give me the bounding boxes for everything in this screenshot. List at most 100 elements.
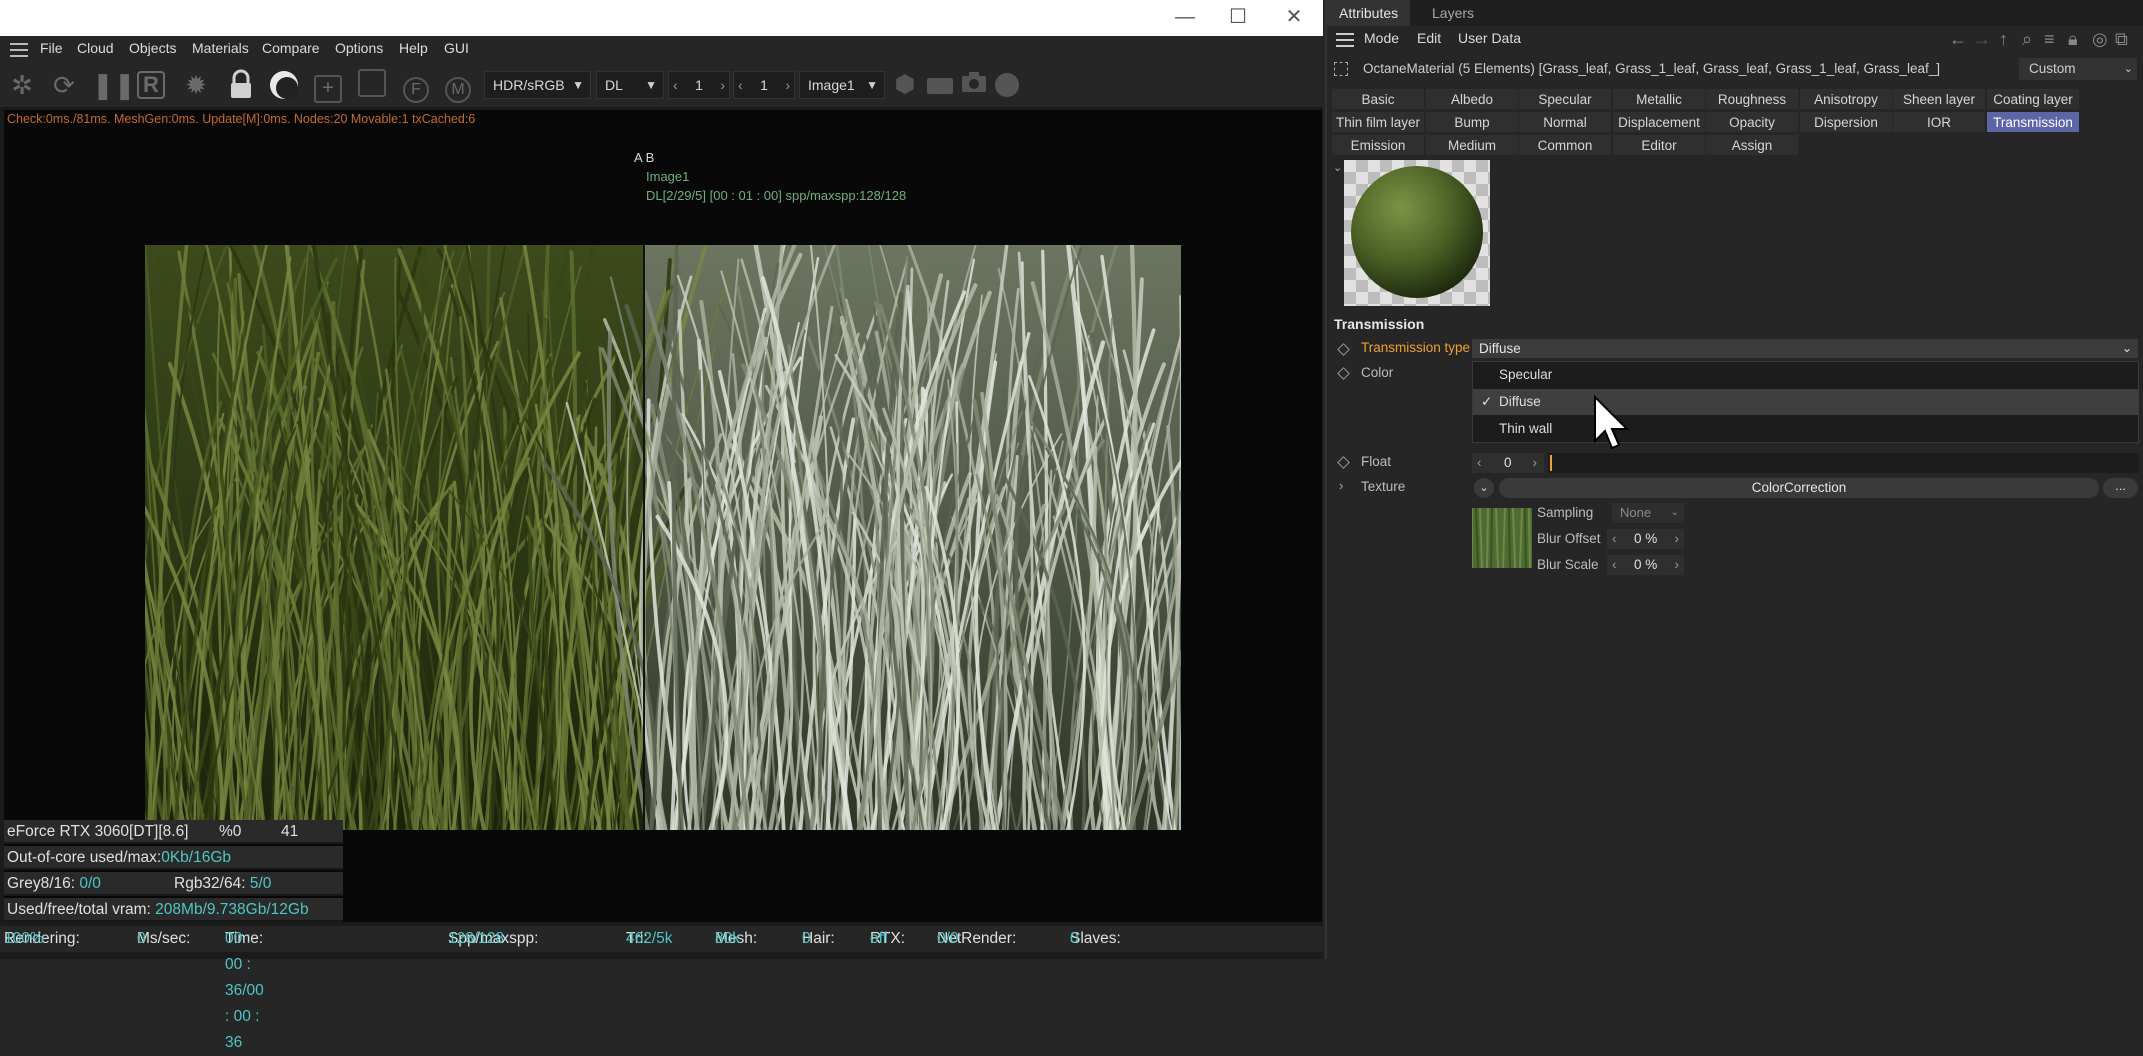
target-icon[interactable]: ◎ xyxy=(2092,29,2108,50)
lock-icon[interactable]: 🔒︎ xyxy=(2068,29,2078,50)
more-button[interactable]: ... xyxy=(2103,478,2138,498)
pass-stepper-1[interactable]: ‹ 1 › xyxy=(668,71,730,99)
prop-tab-coating-layer[interactable]: Coating layer xyxy=(1986,88,2080,110)
chevron-down-icon: ⌄ xyxy=(2121,341,2132,355)
prop-tab-editor[interactable]: Editor xyxy=(1612,134,1706,156)
keyframe-diamond-icon[interactable] xyxy=(1337,456,1350,469)
add-region-icon[interactable]: + xyxy=(312,69,344,103)
option-thin-wall[interactable]: Thin wall xyxy=(1473,416,2138,442)
prop-tab-bump[interactable]: Bump xyxy=(1425,111,1519,133)
prop-tab-transmission[interactable]: Transmission xyxy=(1986,111,2080,133)
close-button[interactable]: ✕ xyxy=(1264,0,1324,36)
camera-icon[interactable] xyxy=(958,69,990,101)
back-arrow-icon[interactable]: ← xyxy=(1949,29,1967,50)
search-icon[interactable]: ⌕ xyxy=(2022,29,2032,50)
menu-options[interactable]: Options xyxy=(335,40,383,56)
menu-help[interactable]: Help xyxy=(399,40,428,56)
material-picker-icon[interactable]: M xyxy=(442,69,474,103)
collapse-chevron-icon[interactable]: ⌄ xyxy=(1333,161,1342,174)
prop-tab-roughness[interactable]: Roughness xyxy=(1705,88,1799,110)
refresh-icon[interactable]: ⟳ xyxy=(48,69,80,101)
sampling-select[interactable]: None ⌄ xyxy=(1612,503,1684,523)
menu-gui[interactable]: GUI xyxy=(444,40,469,56)
texture-thumbnail[interactable] xyxy=(1472,508,1532,568)
lock-icon[interactable] xyxy=(225,69,257,101)
prop-tab-dispersion[interactable]: Dispersion xyxy=(1799,111,1893,133)
texture-dropdown-toggle[interactable]: ⌄ xyxy=(1474,478,1494,498)
custom-preset-select[interactable]: Custom ⌄ xyxy=(2019,58,2137,80)
float-stepper[interactable]: ‹ 0 › xyxy=(1472,453,1544,473)
settings-gear-icon[interactable]: ✹ xyxy=(180,69,212,101)
prop-tab-common[interactable]: Common xyxy=(1518,134,1612,156)
chevron-left-icon[interactable]: ‹ xyxy=(1612,529,1617,549)
prop-tab-metallic[interactable]: Metallic xyxy=(1612,88,1706,110)
tab-attributes[interactable]: Attributes xyxy=(1327,0,1411,26)
prop-tab-normal[interactable]: Normal xyxy=(1518,111,1612,133)
keyframe-diamond-icon[interactable] xyxy=(1337,367,1350,380)
transmission-type-select[interactable]: Diffuse ⌄ xyxy=(1472,339,2138,358)
new-window-icon[interactable]: ⧉ xyxy=(2115,29,2128,50)
pass-stepper-2[interactable]: ‹ 1 › xyxy=(733,71,795,99)
hexagon-icon[interactable]: ⬢ xyxy=(889,69,921,101)
kernel-select[interactable]: DL ▼ xyxy=(596,71,664,99)
prop-tab-albedo[interactable]: Albedo xyxy=(1425,88,1519,110)
prop-tab-displacement[interactable]: Displacement xyxy=(1612,111,1706,133)
float-slider[interactable] xyxy=(1548,453,2139,473)
focus-picker-icon[interactable]: F xyxy=(400,69,432,103)
chevron-left-icon[interactable]: ‹ xyxy=(738,72,743,98)
blur-offset-stepper[interactable]: ‹ 0 % › xyxy=(1607,529,1684,549)
chevron-left-icon[interactable]: ‹ xyxy=(673,72,678,98)
chevron-right-icon[interactable]: › xyxy=(720,72,725,98)
up-arrow-icon[interactable]: ↑ xyxy=(1999,29,2008,50)
prop-tab-medium[interactable]: Medium xyxy=(1425,134,1519,156)
chevron-left-icon[interactable]: ‹ xyxy=(1612,555,1617,575)
menu-edit[interactable]: Edit xyxy=(1417,30,1441,46)
option-specular[interactable]: Specular xyxy=(1473,362,2138,388)
minimize-button[interactable]: — xyxy=(1155,0,1215,36)
expand-chevron-icon[interactable]: › xyxy=(1339,478,1343,493)
chevron-right-icon[interactable]: › xyxy=(785,72,790,98)
prop-tab-ior[interactable]: IOR xyxy=(1892,111,1986,133)
filter-icon[interactable]: ≡ xyxy=(2044,29,2055,50)
option-diffuse[interactable]: ✓ Diffuse xyxy=(1473,389,2138,415)
chevron-right-icon[interactable]: › xyxy=(1533,453,1538,473)
float-slider-handle[interactable] xyxy=(1550,455,1552,471)
prop-tab-sheen-layer[interactable]: Sheen layer xyxy=(1892,88,1986,110)
region-select-icon[interactable] xyxy=(356,69,388,101)
send-scene-icon[interactable]: ✲ xyxy=(6,69,38,101)
prop-tab-opacity[interactable]: Opacity xyxy=(1705,111,1799,133)
tab-layers[interactable]: Layers xyxy=(1420,0,1486,26)
hamburger-icon[interactable] xyxy=(1336,32,1354,48)
checkmark-icon: ✓ xyxy=(1481,394,1493,409)
prop-tab-emission[interactable]: Emission xyxy=(1331,134,1425,156)
chevron-right-icon[interactable]: › xyxy=(1675,555,1680,575)
chevron-right-icon[interactable]: › xyxy=(1675,529,1680,549)
prop-tab-specular[interactable]: Specular xyxy=(1518,88,1612,110)
menu-compare[interactable]: Compare xyxy=(262,40,320,56)
record-icon[interactable] xyxy=(991,69,1023,101)
render-region-icon[interactable]: R xyxy=(135,69,167,101)
menu-cloud[interactable]: Cloud xyxy=(77,40,114,56)
maximize-button[interactable]: ☐ xyxy=(1208,0,1268,36)
menu-materials[interactable]: Materials xyxy=(192,40,249,56)
forward-arrow-icon[interactable]: → xyxy=(1973,29,1991,50)
keyframe-diamond-icon[interactable] xyxy=(1337,343,1350,356)
menu-objects[interactable]: Objects xyxy=(129,40,176,56)
pause-icon[interactable]: ❚❚ xyxy=(92,69,136,101)
image-select[interactable]: Image1 ▼ xyxy=(799,71,885,99)
chevron-left-icon[interactable]: ‹ xyxy=(1477,453,1482,473)
prop-tab-assign[interactable]: Assign xyxy=(1705,134,1799,156)
texture-shader-button[interactable]: ColorCorrection xyxy=(1499,478,2099,498)
material-ball-icon[interactable] xyxy=(268,69,300,101)
blur-scale-stepper[interactable]: ‹ 0 % › xyxy=(1607,555,1684,575)
film-icon[interactable] xyxy=(924,69,956,101)
hamburger-icon[interactable] xyxy=(10,41,28,57)
menu-mode[interactable]: Mode xyxy=(1364,30,1399,46)
colorspace-select[interactable]: HDR/sRGB ▼ xyxy=(484,71,591,99)
menu-file[interactable]: File xyxy=(40,40,63,56)
prop-tab-anisotropy[interactable]: Anisotropy xyxy=(1799,88,1893,110)
prop-tab-thin-film-layer[interactable]: Thin film layer xyxy=(1331,111,1425,133)
menu-user-data[interactable]: User Data xyxy=(1458,30,1521,46)
prop-tab-basic[interactable]: Basic xyxy=(1331,88,1425,110)
material-preview[interactable] xyxy=(1344,160,1490,306)
